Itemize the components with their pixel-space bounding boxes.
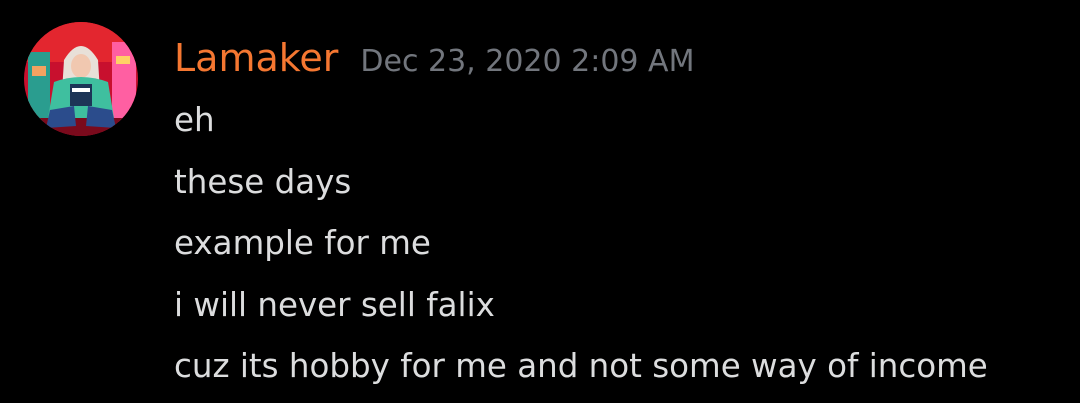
message-text: example for me	[174, 224, 431, 262]
message-group: Lamaker Dec 23, 2020 2:09 AM eh these da…	[0, 0, 1080, 403]
message-text: i will never sell falix	[174, 285, 495, 324]
message-text: these days	[174, 162, 352, 201]
timestamp: Dec 23, 2020 2:09 AM	[360, 44, 695, 79]
message-text: cuz its hobby for me and not some way of…	[174, 347, 988, 385]
message-list: eh these days example for me i will neve…	[174, 90, 1080, 398]
avatar[interactable]	[24, 22, 138, 136]
message-header: Lamaker Dec 23, 2020 2:09 AM	[174, 30, 694, 86]
message-text: eh	[174, 101, 215, 139]
avatar-image	[24, 22, 138, 136]
username[interactable]: Lamaker	[174, 30, 338, 86]
